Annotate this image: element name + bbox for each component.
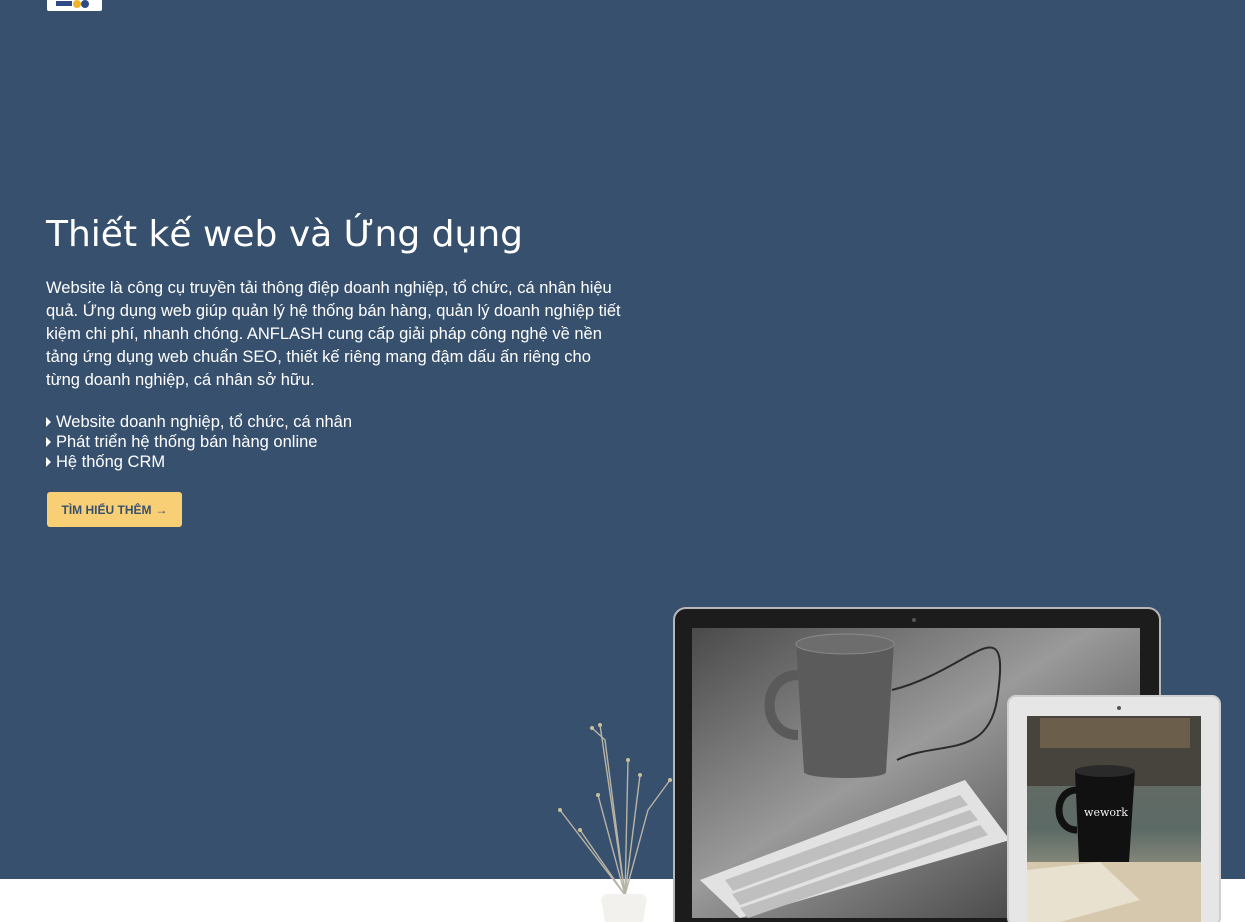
plant-vase	[559, 724, 671, 896]
caret-right-icon	[46, 417, 51, 427]
mug-brand-text: wework	[1084, 806, 1128, 819]
feature-label: Website doanh nghiệp, tổ chức, cá nhân	[56, 413, 353, 431]
feature-label: Hệ thống CRM	[56, 453, 166, 471]
device-mockup-illustration: wework	[558, 607, 1221, 922]
caret-right-icon	[46, 457, 51, 467]
logo-dot-yellow	[73, 0, 81, 8]
vase	[601, 894, 647, 922]
logo-dot-blue	[81, 0, 89, 8]
learn-more-label: TÌM HIỂU THÊM	[61, 502, 152, 517]
hero-description: Website là công cụ truyền tải thông điệp…	[46, 279, 621, 389]
arrow-right-icon: →	[155, 502, 168, 517]
feature-list: Website doanh nghiệp, tổ chức, cá nhân P…	[46, 412, 352, 472]
feature-label: Phát triển hệ thống bán hàng online	[56, 433, 318, 451]
company-logo[interactable]	[47, 0, 102, 11]
page-title: Thiết kế web và Ứng dụng	[46, 214, 523, 255]
learn-more-button[interactable]: TÌM HIỂU THÊM →	[47, 492, 182, 527]
feature-item: Website doanh nghiệp, tổ chức, cá nhân	[46, 412, 352, 432]
feature-item: Phát triển hệ thống bán hàng online	[46, 432, 352, 452]
feature-item: Hệ thống CRM	[46, 452, 352, 472]
logo-bar	[56, 1, 72, 6]
caret-right-icon	[46, 437, 51, 447]
